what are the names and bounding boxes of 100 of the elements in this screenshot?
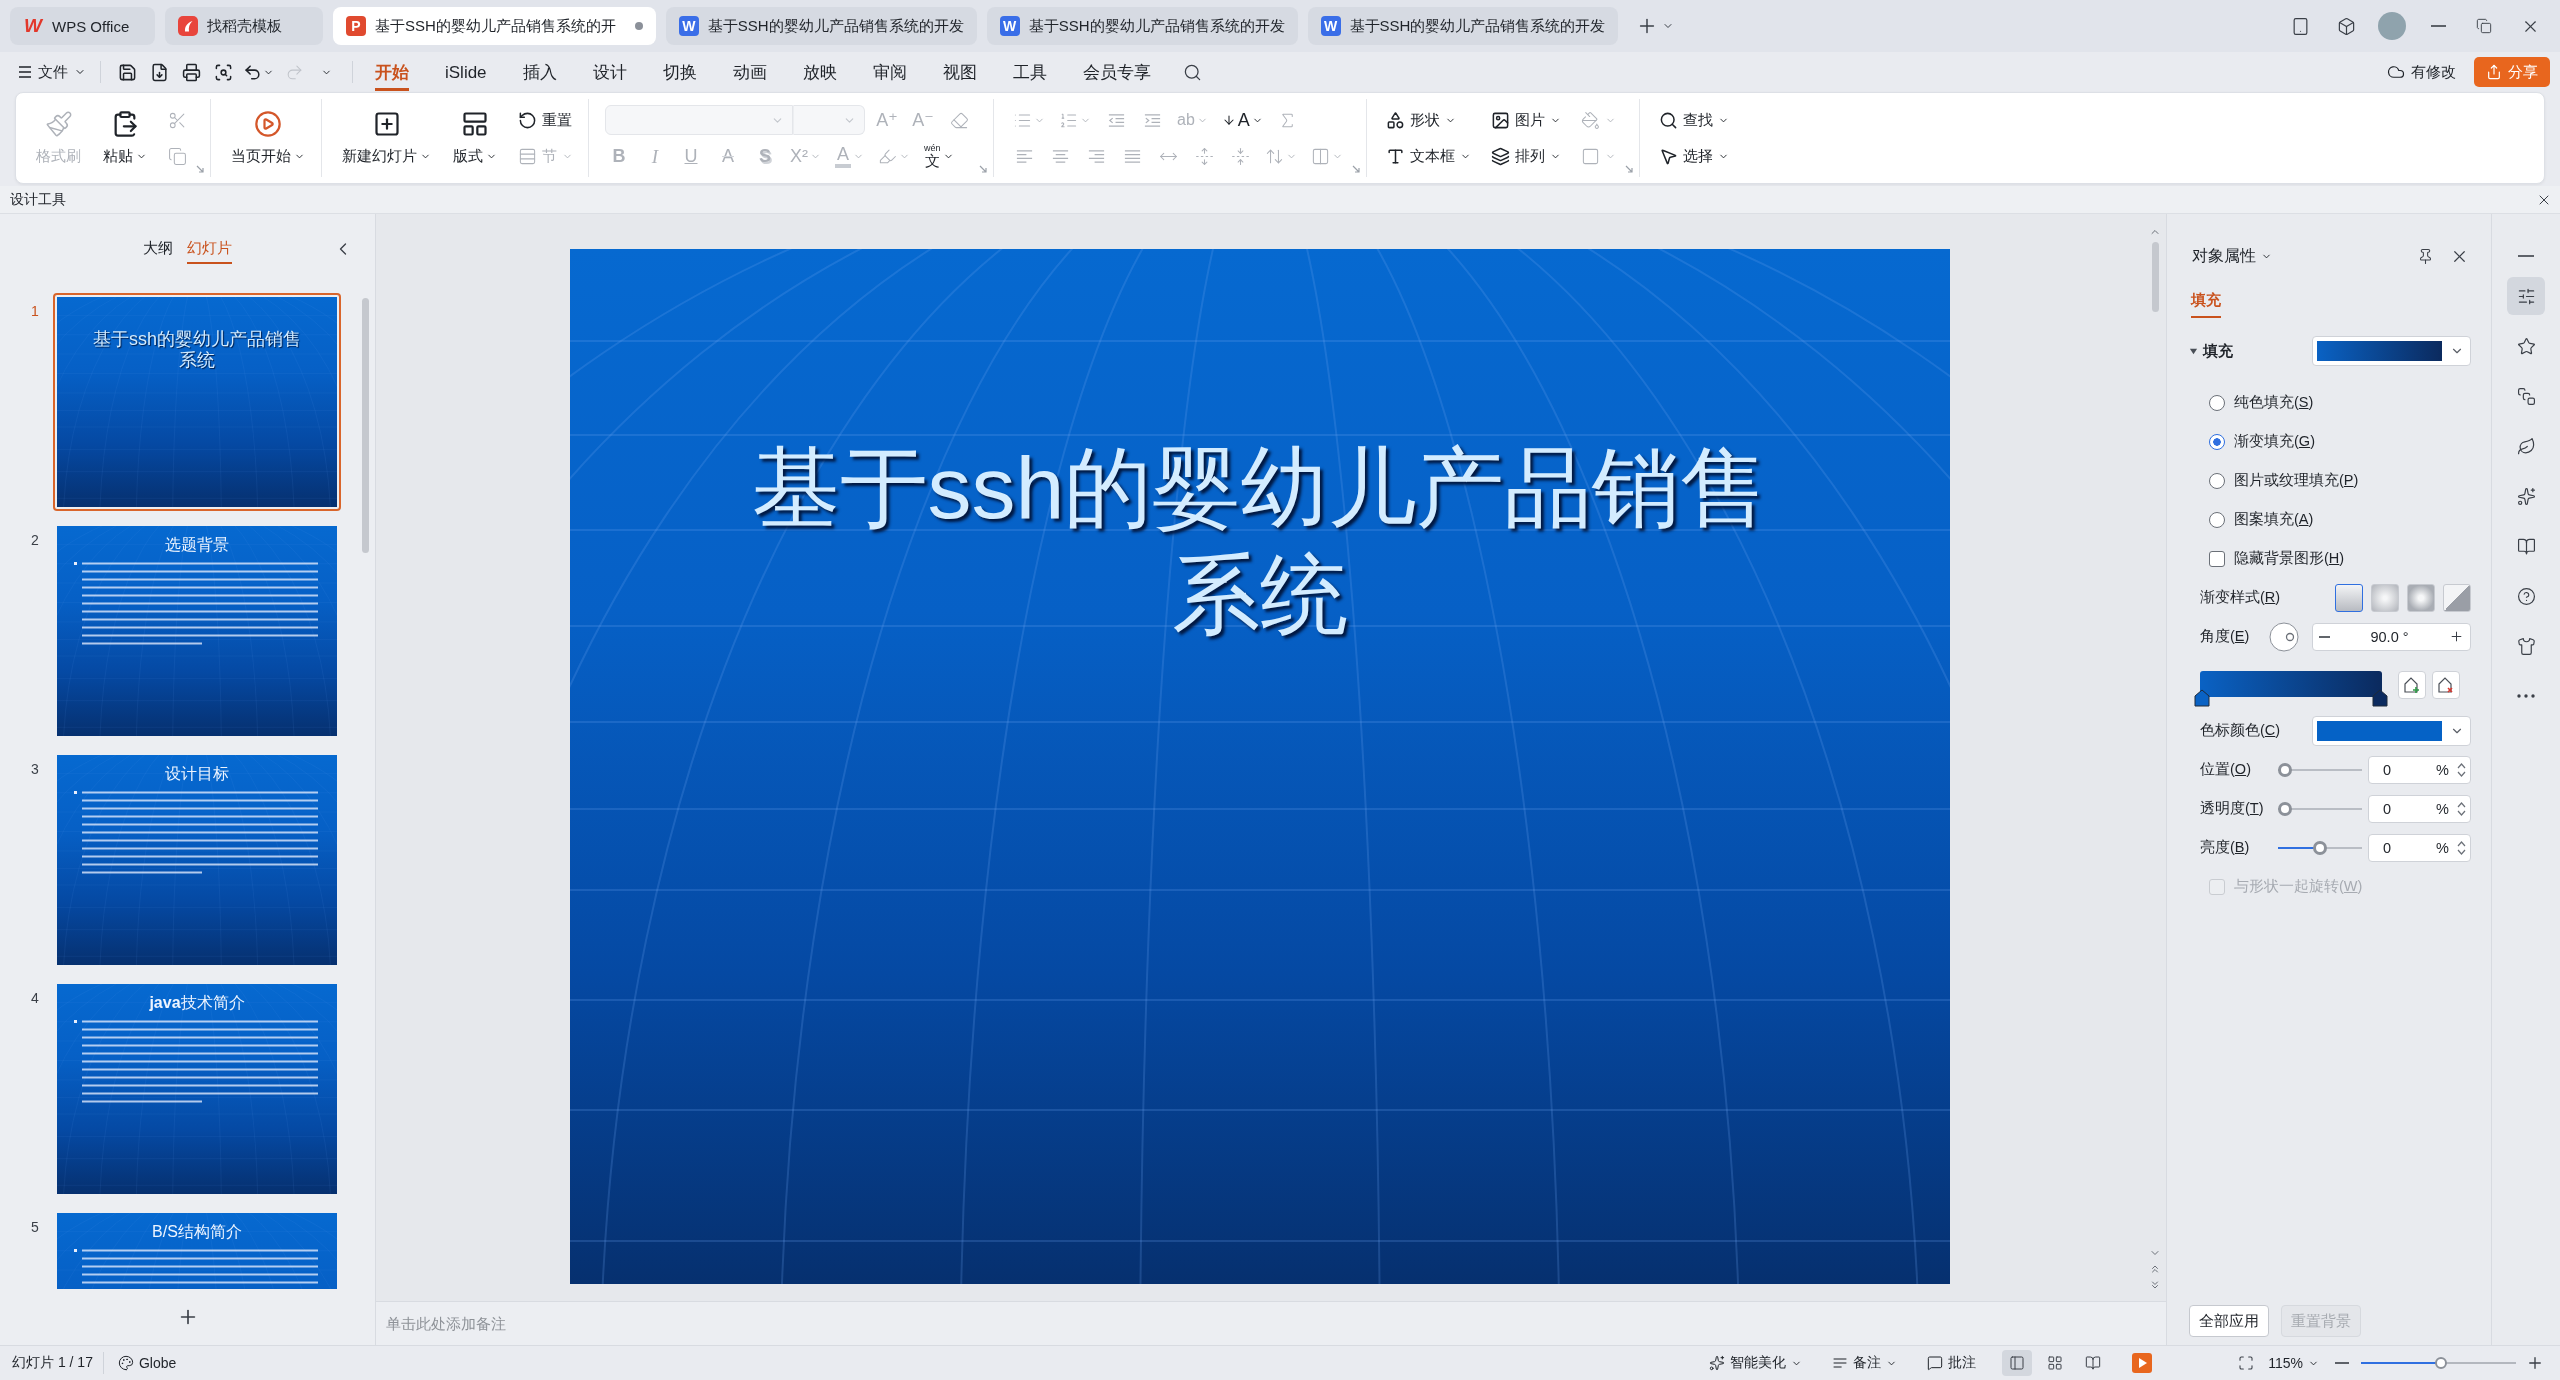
- slide-thumbnail[interactable]: B/S结构简介: [57, 1213, 337, 1289]
- slider-thumb[interactable]: [2313, 840, 2327, 855]
- slideshow-button[interactable]: [2130, 1351, 2155, 1375]
- document-tab[interactable]: P 基于SSH的婴幼儿产品销售系统的开: [333, 7, 656, 45]
- comments-button[interactable]: 批注: [1923, 1349, 1981, 1377]
- slider-track[interactable]: [2278, 840, 2362, 855]
- slide-thumbnail[interactable]: 设计目标: [57, 755, 337, 965]
- field-value: 0: [2383, 761, 2392, 778]
- panel-button[interactable]: 全部应用: [2189, 1305, 2269, 1337]
- radio-option[interactable]: 图片或纹理填充(P): [2189, 461, 2471, 500]
- notes-button[interactable]: 备注: [1828, 1349, 1902, 1377]
- home-tab[interactable]: W WPS Office: [10, 7, 155, 45]
- radio-option[interactable]: 纯色填充(S): [2189, 383, 2471, 422]
- panel-tab[interactable]: 填充: [2191, 288, 2221, 318]
- scrollbar[interactable]: [2151, 242, 2159, 312]
- menu-tab[interactable]: 动画: [732, 53, 767, 91]
- document-tab[interactable]: W 基于SSH的婴幼儿产品销售系统的开发: [665, 7, 977, 45]
- normal-view-button[interactable]: [2002, 1350, 2033, 1376]
- angle-dial[interactable]: [2269, 621, 2299, 652]
- document-tab[interactable]: W 基于SSH的婴幼儿产品销售系统的开发: [986, 7, 1298, 45]
- scrollbar[interactable]: [361, 298, 369, 553]
- slider-thumb[interactable]: [2278, 762, 2292, 777]
- gradient-style-swatch[interactable]: [2443, 583, 2471, 612]
- view-tab[interactable]: 大纲: [143, 234, 173, 264]
- textbox-button[interactable]: 文本框: [1383, 141, 1474, 171]
- beautify-button[interactable]: 智能美化: [1705, 1349, 1807, 1377]
- slider-thumb[interactable]: [2435, 1357, 2448, 1369]
- menu-tab[interactable]: 设计: [592, 53, 627, 91]
- corner-arrow-icon[interactable]: [1352, 165, 1360, 173]
- corner-arrow-icon[interactable]: [196, 165, 204, 173]
- panel-title-button[interactable]: 对象属性: [2189, 245, 2275, 267]
- gradient-style-swatch[interactable]: [2371, 583, 2399, 612]
- plus-icon[interactable]: [2449, 629, 2464, 644]
- spinner-arrows-icon[interactable]: [2457, 839, 2466, 856]
- picture-button[interactable]: 图片: [1488, 105, 1564, 135]
- slide-thumbnail[interactable]: 选题背景: [57, 526, 337, 736]
- menu-tab[interactable]: 插入: [522, 53, 557, 91]
- paste-button[interactable]: 粘贴: [99, 100, 151, 176]
- sparkles-icon: [1709, 1355, 1726, 1371]
- text-direction-button[interactable]: A: [1218, 105, 1266, 135]
- template-tab[interactable]: 找稻壳模板: [165, 7, 323, 45]
- angle-field[interactable]: 90.0 °: [2312, 622, 2471, 651]
- arrange-button[interactable]: 排列: [1488, 141, 1564, 171]
- document-tab[interactable]: W 基于SSH的婴幼儿产品销售系统的开发: [1307, 7, 1619, 45]
- color-dropdown[interactable]: [2312, 715, 2471, 746]
- zoom-slider[interactable]: [2361, 1357, 2516, 1369]
- radio-option[interactable]: 渐变填充(G): [2189, 422, 2471, 461]
- properties-rail-button[interactable]: [2507, 277, 2545, 315]
- slider-thumb[interactable]: [2278, 801, 2292, 816]
- slide-canvas[interactable]: 基于ssh的婴幼儿产品销售系统: [570, 249, 1950, 1284]
- layout-button[interactable]: 版式: [449, 100, 501, 176]
- theme-button[interactable]: Globe: [113, 1349, 181, 1377]
- zoom-level-button[interactable]: 115%: [2264, 1349, 2323, 1377]
- gradient-style-swatch[interactable]: [2335, 583, 2363, 612]
- fill-dropdown[interactable]: [2312, 336, 2471, 366]
- select-button[interactable]: 选择: [1656, 141, 1732, 171]
- restore-icon: [2476, 18, 2492, 34]
- fill-section-toggle[interactable]: 填充: [2189, 341, 2233, 361]
- menu-tab[interactable]: 工具: [1012, 53, 1047, 91]
- menu-tab[interactable]: 放映: [802, 53, 837, 91]
- sliders-icon: [2516, 286, 2536, 306]
- new-slide-button[interactable]: 新建幻灯片: [338, 100, 435, 176]
- shape-button[interactable]: 形状: [1383, 105, 1474, 135]
- stop-marker-icon[interactable]: [2194, 689, 2210, 707]
- spinner-arrows-icon[interactable]: [2457, 761, 2466, 778]
- notes-field[interactable]: 单击此处添加备注: [384, 1306, 2158, 1341]
- menu-tab[interactable]: 视图: [942, 53, 977, 91]
- radio-option[interactable]: 图案填充(A): [2189, 500, 2471, 539]
- file-menu-button[interactable]: 文件: [14, 56, 90, 88]
- slide-thumbnail[interactable]: java技术简介: [57, 984, 337, 1194]
- corner-arrow-icon[interactable]: [1625, 165, 1633, 173]
- avatar-icon[interactable]: [2378, 12, 2406, 40]
- spinner-arrows-icon[interactable]: [2457, 800, 2466, 817]
- slide-number: 3: [30, 760, 40, 777]
- menu-tab[interactable]: iSlide: [445, 53, 487, 91]
- checkbox-option[interactable]: 隐藏背景图形(H): [2189, 539, 2471, 578]
- find-button[interactable]: 查找: [1656, 105, 1732, 135]
- corner-arrow-icon[interactable]: [979, 165, 987, 173]
- view-tab[interactable]: 幻灯片: [187, 234, 232, 264]
- menu-tab[interactable]: 审阅: [872, 53, 907, 91]
- image-icon: [1491, 110, 1510, 130]
- number-field[interactable]: 0 %: [2368, 794, 2471, 823]
- slider-track[interactable]: [2278, 801, 2362, 816]
- minus-icon[interactable]: [2319, 635, 2330, 638]
- menu-tab[interactable]: 会员专享: [1082, 53, 1151, 91]
- add-stop-button[interactable]: [2398, 671, 2426, 699]
- number-field[interactable]: 0 %: [2368, 755, 2471, 784]
- double-chevron-down-icon[interactable]: [2149, 1279, 2161, 1291]
- gradient-style-swatch[interactable]: [2407, 583, 2435, 612]
- save-status-button[interactable]: 有修改: [2381, 56, 2462, 88]
- remove-stop-button[interactable]: [2432, 671, 2460, 699]
- play-current-button[interactable]: 当页开始: [227, 100, 309, 176]
- phonetic-button[interactable]: wén 文: [921, 141, 957, 171]
- double-chevron-up-icon[interactable]: [2149, 1263, 2161, 1275]
- reset-button[interactable]: 重置: [515, 105, 576, 135]
- slider-track[interactable]: [2278, 762, 2362, 777]
- slide-thumbnail[interactable]: 基于ssh的婴幼儿产品销售系统: [53, 293, 341, 511]
- menu-tab[interactable]: 切换: [662, 53, 697, 91]
- menu-icon: [18, 66, 32, 78]
- number-field[interactable]: 0 %: [2368, 833, 2471, 862]
